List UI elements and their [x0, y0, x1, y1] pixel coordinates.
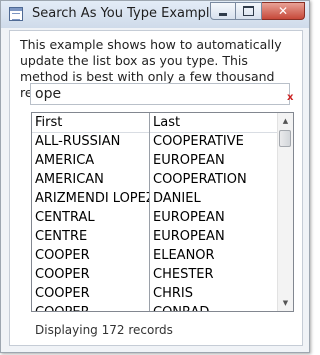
close-button[interactable]: ✕	[262, 2, 305, 20]
column-header-first[interactable]: First	[32, 113, 150, 132]
form-icon[interactable]	[9, 7, 23, 21]
list-item[interactable]: CENTRE EUROPEAN	[32, 227, 277, 246]
cell-last: CHESTER	[153, 267, 214, 282]
close-icon: ✕	[277, 4, 289, 18]
scrollbar-thumb[interactable]	[279, 130, 291, 147]
minimize-button[interactable]	[210, 2, 236, 20]
cell-first: AMERICA	[32, 151, 150, 170]
list-item[interactable]: ALL-RUSSIAN COOPERATIVE	[32, 132, 277, 151]
minimize-icon	[219, 13, 227, 16]
caption-buttons: ✕	[210, 2, 305, 21]
cell-last: ELEANOR	[153, 248, 215, 263]
search-input[interactable]	[30, 83, 290, 105]
list-item[interactable]: COOPER ELEANOR	[32, 246, 277, 265]
record-count-label: Displaying 172 records	[35, 323, 173, 337]
cell-first: COOPER	[32, 246, 150, 265]
cell-first: COOPER	[32, 265, 150, 284]
list-rows: ALL-RUSSIAN COOPERATIVE AMERICA EUROPEAN…	[32, 132, 277, 311]
list-item[interactable]: AMERICAN COOPERATION	[32, 170, 277, 189]
cell-first: CENTRE	[32, 227, 150, 246]
cell-first: ARIZMENDI LOPEZ	[32, 189, 150, 208]
title-bar[interactable]: Search As You Type Example ✕	[1, 1, 309, 28]
column-header-last[interactable]: Last	[150, 113, 277, 132]
scroll-up-button[interactable]: ▲	[278, 113, 293, 129]
cell-last: CHRIS	[153, 286, 193, 301]
clear-search-button[interactable]: x	[287, 93, 293, 103]
cell-last: COOPERATIVE	[153, 134, 244, 149]
form-body: This example shows how to automatically …	[9, 30, 303, 346]
cell-last: DANIEL	[153, 191, 201, 206]
list-item[interactable]: AMERICA EUROPEAN	[32, 151, 277, 170]
cell-first: COOPER	[32, 284, 150, 303]
chevron-up-icon: ▲	[282, 117, 289, 125]
cell-last: EUROPEAN	[153, 153, 225, 168]
maximize-button[interactable]	[236, 2, 262, 20]
cell-first: COOPER	[32, 303, 150, 311]
maximize-icon	[243, 6, 254, 16]
list-item[interactable]: CENTRAL EUROPEAN	[32, 208, 277, 227]
cell-last: EUROPEAN	[153, 229, 225, 244]
chevron-down-icon: ▼	[282, 299, 289, 307]
list-item[interactable]: ARIZMENDI LOPEZ DANIEL	[32, 189, 277, 208]
cell-first: AMERICAN	[32, 170, 150, 189]
list-header: First Last	[32, 113, 277, 133]
list-item[interactable]: COOPER CONRAD	[32, 303, 277, 311]
vertical-scrollbar[interactable]: ▲ ▼	[277, 113, 293, 311]
cell-first: ALL-RUSSIAN	[32, 132, 150, 151]
app-window: Search As You Type Example ✕ This exampl…	[0, 0, 310, 353]
scroll-down-button[interactable]: ▼	[278, 295, 293, 311]
list-item[interactable]: COOPER CHESTER	[32, 265, 277, 284]
cell-first: CENTRAL	[32, 208, 150, 227]
cell-last: CONRAD	[150, 303, 277, 311]
cell-last: EUROPEAN	[153, 210, 225, 225]
results-listbox[interactable]: First Last ALL-RUSSIAN COOPERATIVE AMERI…	[31, 112, 294, 312]
window-title: Search As You Type Example	[32, 6, 218, 21]
cell-last: COOPERATION	[153, 172, 247, 187]
list-item[interactable]: COOPER CHRIS	[32, 284, 277, 303]
